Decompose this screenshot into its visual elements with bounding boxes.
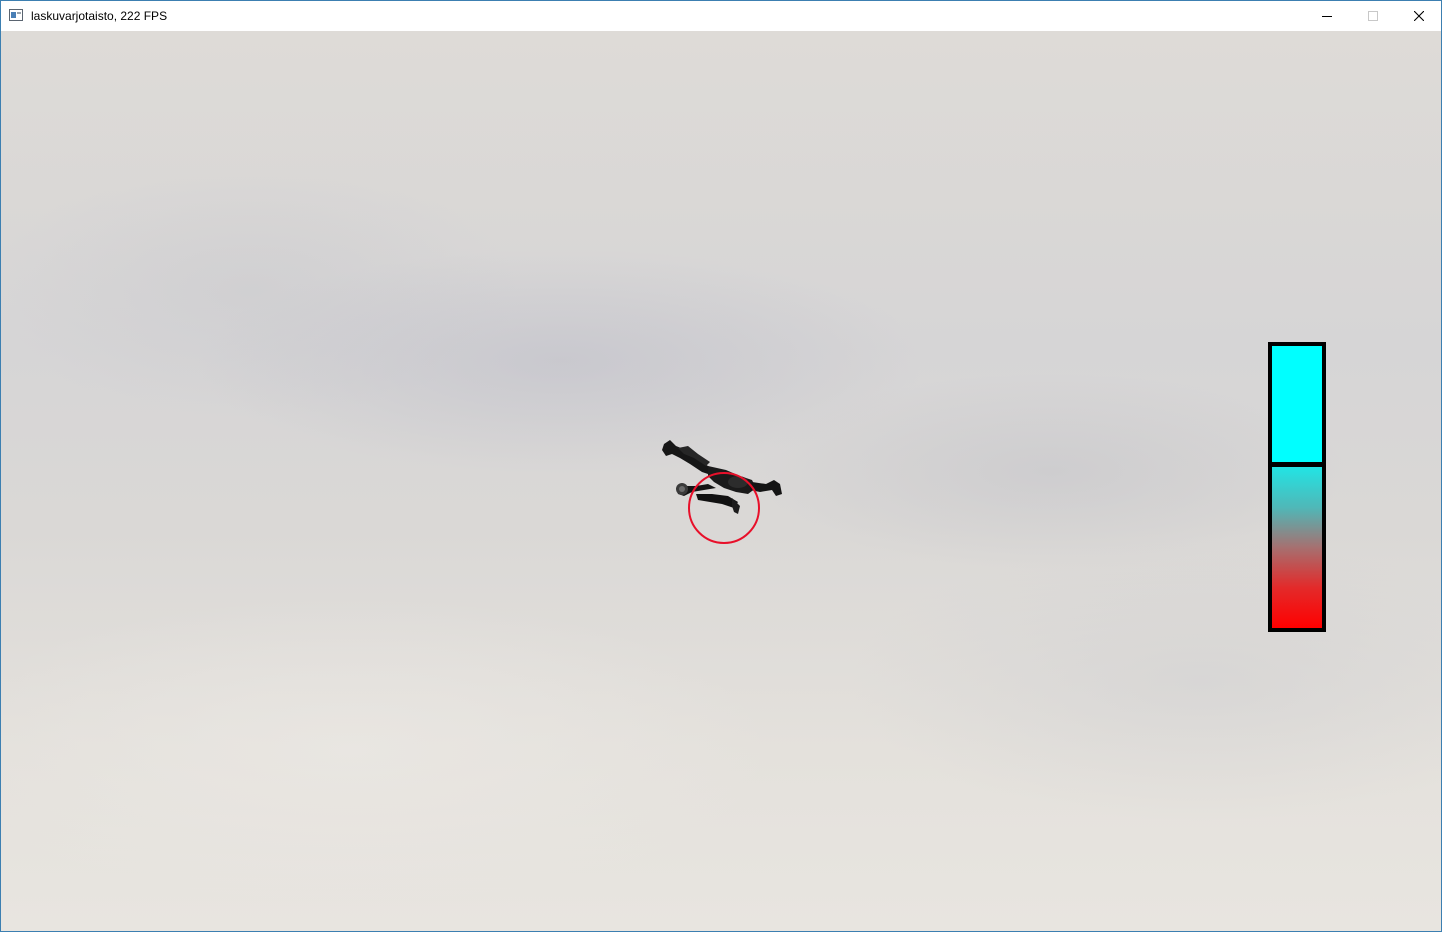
minimize-icon (1322, 16, 1332, 17)
game-viewport[interactable] (1, 31, 1441, 931)
target-ring (688, 472, 760, 544)
gauge-top-segment (1272, 346, 1322, 462)
gauge-bottom-segment (1272, 467, 1322, 628)
close-icon (1414, 11, 1424, 21)
window-title: laskuvarjotaisto, 222 FPS (31, 9, 168, 23)
window-app-icon (9, 9, 23, 21)
maximize-button[interactable] (1350, 1, 1396, 31)
altitude-gauge (1268, 342, 1326, 632)
maximize-icon (1368, 11, 1378, 21)
close-button[interactable] (1396, 1, 1441, 31)
title-bar[interactable]: laskuvarjotaisto, 222 FPS (1, 1, 1441, 31)
minimize-button[interactable] (1304, 1, 1350, 31)
app-window: laskuvarjotaisto, 222 FPS (0, 0, 1442, 932)
